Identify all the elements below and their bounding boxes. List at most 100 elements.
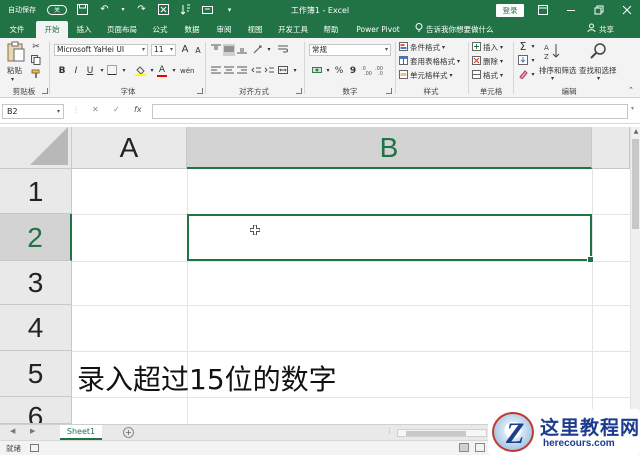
tab-help[interactable]: 帮助 [319, 21, 343, 38]
insert-function-icon[interactable]: fx [134, 105, 142, 114]
align-center-icon[interactable] [223, 65, 235, 77]
italic-button[interactable]: I [70, 65, 82, 77]
vertical-scrollbar[interactable]: ▲ [630, 127, 640, 424]
find-select-dropdown-icon[interactable]: ▾ [597, 75, 600, 82]
autosave-switch[interactable]: 关 [47, 4, 67, 15]
tab-developer[interactable]: 开发工具 [274, 21, 312, 38]
tab-file[interactable]: 文件 [6, 21, 28, 38]
fill-color-icon[interactable] [134, 65, 146, 77]
tab-view[interactable]: 视图 [243, 21, 267, 38]
formula-input[interactable] [152, 104, 628, 119]
touch-mode-icon[interactable] [201, 3, 214, 16]
orientation-dropdown-icon[interactable]: ▾ [263, 44, 275, 56]
tab-insert[interactable]: 插入 [72, 21, 96, 38]
sort-filter-icon[interactable]: AZ [544, 42, 562, 61]
undo-dropdown-icon[interactable]: ▾ [120, 3, 126, 16]
bold-button[interactable]: B [56, 65, 68, 77]
cut-icon[interactable]: ✂ [30, 41, 42, 53]
row-header-2[interactable]: 2 [0, 214, 72, 261]
tab-review[interactable]: 审阅 [212, 21, 236, 38]
find-select-icon[interactable] [590, 42, 608, 60]
row-header-6[interactable]: 6 [0, 397, 72, 424]
sheet-tab-sheet1[interactable]: Sheet1 [60, 425, 102, 440]
font-name-select[interactable]: Microsoft YaHei UI ▾ [54, 44, 148, 56]
column-header-c[interactable] [592, 127, 630, 169]
tell-me-search[interactable]: 告诉我你想要做什么 [415, 21, 494, 38]
shrink-font-icon[interactable]: A [192, 45, 204, 57]
format-painter-icon[interactable] [30, 69, 42, 81]
name-box[interactable]: B2 ▾ [2, 104, 64, 119]
ribbon-display-options-icon[interactable] [536, 3, 550, 17]
horizontal-scroll-thumb[interactable] [406, 431, 466, 436]
paste-icon[interactable] [6, 41, 26, 63]
number-format-select[interactable]: 常规 ▾ [309, 44, 391, 56]
align-bottom-icon[interactable] [236, 44, 248, 56]
merge-center-icon[interactable] [277, 65, 289, 77]
add-sheet-button[interactable]: + [123, 427, 134, 438]
cell-styles-button[interactable]: 单元格样式 ▾ [399, 70, 453, 81]
expand-formula-bar-icon[interactable]: ▾ [631, 105, 634, 112]
tab-formulas[interactable]: 公式 [148, 21, 172, 38]
alignment-launcher-icon[interactable] [296, 88, 302, 94]
align-middle-icon[interactable] [223, 44, 235, 56]
format-cells-button[interactable]: 格式 ▾ [472, 70, 503, 81]
border-dropdown-icon[interactable]: ▾ [118, 65, 130, 77]
select-all-button[interactable] [0, 127, 72, 169]
autosave-toggle[interactable]: 自动保存 [8, 3, 38, 16]
sheet-options-icon[interactable]: ⋮ [386, 427, 393, 435]
align-right-icon[interactable] [236, 65, 248, 77]
insert-cells-button[interactable]: 插入 ▾ [472, 42, 503, 53]
phonetic-guide-icon[interactable]: wén [180, 65, 194, 77]
copy-icon[interactable] [30, 55, 42, 67]
sort-filter-dropdown-icon[interactable]: ▾ [551, 75, 554, 82]
paste-button[interactable]: 粘贴 [7, 65, 22, 76]
clipboard-launcher-icon[interactable] [42, 88, 48, 94]
prev-sheet-icon[interactable]: ◀ [10, 427, 15, 435]
grow-font-icon[interactable]: A [179, 44, 191, 56]
selected-cell-b2[interactable] [187, 214, 594, 263]
align-left-icon[interactable] [210, 65, 222, 77]
wrap-text-icon[interactable] [277, 44, 289, 56]
tab-page-layout[interactable]: 页面布局 [102, 21, 142, 38]
clear-dropdown-icon[interactable]: ▾ [527, 69, 539, 81]
row-header-3[interactable]: 3 [0, 261, 72, 305]
increase-decimal-icon[interactable]: .0.00 [361, 65, 373, 77]
scroll-up-icon[interactable]: ▲ [631, 127, 640, 137]
tab-home[interactable]: 开始 [36, 21, 68, 38]
font-launcher-icon[interactable] [197, 88, 203, 94]
redo-icon[interactable]: ↷ [135, 3, 148, 16]
horizontal-scrollbar[interactable] [397, 429, 487, 437]
underline-button[interactable]: U [84, 65, 96, 77]
format-as-table-button[interactable]: 套用表格格式 ▾ [399, 56, 460, 67]
customize-qat-icon[interactable]: ▾ [223, 3, 236, 16]
close-icon[interactable] [620, 3, 634, 17]
sort-icon[interactable] [179, 3, 192, 16]
cancel-icon[interactable]: ✕ [92, 105, 99, 114]
tab-power-pivot[interactable]: Power Pivot [350, 21, 406, 38]
decrease-indent-icon[interactable] [250, 65, 262, 77]
save-icon[interactable] [76, 3, 89, 16]
delete-cells-button[interactable]: 删除 ▾ [472, 56, 503, 67]
paste-dropdown-icon[interactable]: ▾ [11, 76, 14, 83]
font-color-dropdown-icon[interactable]: ▾ [168, 65, 180, 77]
decrease-decimal-icon[interactable]: .00.0 [375, 65, 387, 77]
comma-style-button[interactable]: 9 [347, 65, 359, 77]
row-header-4[interactable]: 4 [0, 305, 72, 351]
font-size-select[interactable]: 11 ▾ [151, 44, 176, 56]
minimize-icon[interactable] [564, 3, 578, 17]
column-header-a[interactable]: A [72, 127, 187, 169]
fill-dropdown-icon[interactable]: ▾ [527, 55, 539, 67]
enter-icon[interactable]: ✓ [113, 105, 120, 114]
row-header-1[interactable]: 1 [0, 169, 72, 214]
login-button[interactable]: 登录 [496, 4, 524, 17]
merge-dropdown-icon[interactable]: ▾ [289, 65, 301, 77]
percent-style-button[interactable]: % [333, 65, 345, 77]
font-color-icon[interactable]: A [156, 64, 168, 77]
increase-indent-icon[interactable] [263, 65, 275, 77]
column-header-b[interactable]: B [187, 127, 592, 169]
undo-icon[interactable]: ↶ [98, 3, 111, 16]
share-button[interactable]: 共享 [587, 21, 614, 38]
normal-view-icon[interactable] [459, 443, 469, 452]
cell-a5-text[interactable]: 录入超过15位的数字 [77, 358, 337, 398]
print-preview-icon[interactable] [157, 3, 170, 16]
